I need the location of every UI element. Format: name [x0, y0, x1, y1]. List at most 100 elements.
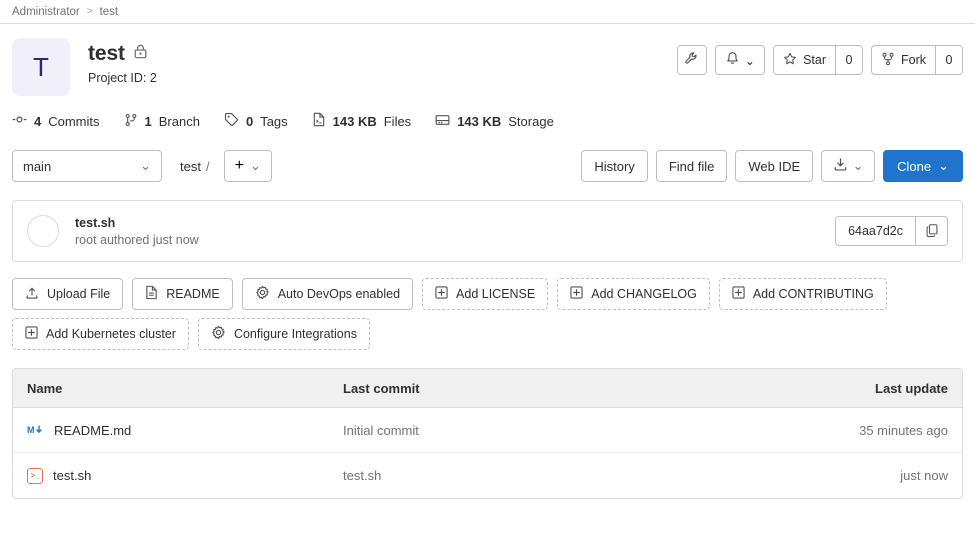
copy-icon: [925, 223, 939, 240]
stat-storage: 143 KB Storage: [435, 113, 554, 130]
avatar: [27, 215, 59, 247]
chevron-down-icon: ⌄: [249, 158, 261, 173]
stat-commits[interactable]: 4 Commits: [12, 113, 100, 129]
file-name-cell: >_ test.sh: [13, 467, 343, 484]
breadcrumb-owner[interactable]: Administrator: [12, 6, 80, 18]
gear-icon: [255, 285, 270, 303]
star-button-group: Star 0: [773, 45, 863, 75]
plus-icon: +: [234, 157, 244, 174]
table-header-row: Name Last commit Last update: [13, 369, 962, 408]
table-row[interactable]: M README.md Initial commit 35 minutes ag…: [13, 408, 962, 453]
commit-icon: [12, 113, 27, 129]
find-file-button[interactable]: Find file: [655, 150, 728, 182]
plus-square-icon: [25, 326, 38, 342]
breadcrumb-project[interactable]: test: [100, 6, 119, 18]
stat-files-value: 143 KB: [332, 113, 377, 129]
bell-icon: [725, 51, 740, 69]
project-header: T test Project ID: 2 ⌄ Star 0 Fork 0: [0, 24, 975, 96]
chevron-down-icon: ⌄: [140, 158, 151, 173]
file-link[interactable]: README.md: [54, 423, 131, 438]
fork-button-group: Fork 0: [871, 45, 963, 75]
web-ide-button[interactable]: Web IDE: [735, 150, 814, 182]
download-source-button[interactable]: ⌄: [821, 150, 876, 182]
repo-toolbar: main ⌄ test / + ⌄ History Find file Web I…: [0, 130, 975, 182]
branch-selector[interactable]: main ⌄: [12, 150, 162, 182]
project-action-buttons: ⌄ Star 0 Fork 0: [676, 38, 963, 75]
project-settings-button[interactable]: [676, 45, 707, 75]
stat-tags[interactable]: 0 Tags: [224, 112, 288, 130]
commit-sha[interactable]: 64aa7d2c: [835, 216, 916, 246]
auto-devops-button[interactable]: Auto DevOps enabled: [241, 278, 414, 310]
last-commit-info: test.sh root authored just now: [75, 216, 199, 247]
history-button[interactable]: History: [581, 150, 648, 182]
markdown-file-icon: M: [27, 424, 44, 437]
file-last-commit[interactable]: test.sh: [343, 468, 782, 483]
plus-square-icon: [570, 286, 583, 302]
plus-square-icon: [435, 286, 448, 302]
star-count: 0: [835, 45, 863, 75]
star-button[interactable]: Star: [773, 45, 836, 75]
stat-commits-value: 4: [34, 113, 42, 129]
project-id: Project ID: 2: [88, 71, 157, 85]
stat-storage-value: 143 KB: [457, 113, 502, 129]
last-commit-panel: test.sh root authored just now 64aa7d2c: [12, 200, 963, 262]
file-last-update: just now: [900, 468, 948, 483]
file-icon: [312, 112, 326, 130]
commit-sha-group: 64aa7d2c: [835, 216, 948, 246]
star-label: Star: [803, 53, 826, 67]
add-license-button[interactable]: Add LICENSE: [422, 278, 549, 310]
fork-icon: [881, 52, 895, 69]
add-to-repo-button[interactable]: + ⌄: [223, 150, 272, 182]
readme-button[interactable]: README: [132, 278, 233, 310]
configure-integrations-label: Configure Integrations: [233, 327, 357, 341]
table-row[interactable]: >_ test.sh test.sh just now: [13, 453, 962, 498]
stat-branches[interactable]: 1 Branch: [124, 113, 200, 130]
tag-icon: [224, 112, 239, 130]
column-header-last-commit: Last commit: [343, 380, 420, 396]
clone-button[interactable]: Clone ⌄: [883, 150, 963, 182]
repo-toolbar-right: History Find file Web IDE ⌄ Clone ⌄: [581, 150, 963, 182]
stat-branches-label: Branch: [158, 113, 200, 129]
branch-selector-value: main: [23, 158, 52, 174]
copy-sha-button[interactable]: [916, 216, 948, 246]
page-title: test: [88, 42, 125, 65]
clone-button-label: Clone: [897, 158, 932, 174]
file-link[interactable]: test.sh: [53, 468, 91, 483]
add-license-label: Add LICENSE: [456, 287, 536, 301]
wrench-icon: [684, 51, 699, 69]
path-root-link[interactable]: test: [180, 159, 201, 174]
stat-files[interactable]: 143 KB Files: [312, 112, 411, 130]
quick-actions-row-2: Add Kubernetes cluster Configure Integra…: [12, 318, 963, 350]
project-meta: test Project ID: 2: [88, 38, 677, 85]
breadcrumb: Administrator > test: [0, 0, 975, 24]
stat-branches-value: 1: [144, 113, 152, 129]
chevron-down-icon: ⌄: [852, 158, 864, 173]
stat-tags-label: Tags: [260, 113, 288, 129]
path-breadcrumb: test /: [180, 159, 210, 174]
file-last-update: 35 minutes ago: [859, 422, 948, 438]
add-kubernetes-cluster-button[interactable]: Add Kubernetes cluster: [12, 318, 189, 350]
notifications-button[interactable]: ⌄: [714, 45, 766, 75]
add-contributing-button[interactable]: Add CONTRIBUTING: [718, 278, 887, 310]
fork-label: Fork: [901, 53, 926, 67]
file-list-table: Name Last commit Last update M README.md…: [12, 368, 963, 499]
fork-button[interactable]: Fork: [871, 45, 936, 75]
upload-file-label: Upload File: [47, 287, 111, 301]
file-last-commit[interactable]: Initial commit: [343, 423, 782, 438]
upload-file-button[interactable]: Upload File: [12, 278, 124, 310]
stat-storage-label: Storage: [508, 113, 554, 129]
last-commit-title[interactable]: test.sh: [75, 216, 199, 230]
add-changelog-button[interactable]: Add CHANGELOG: [557, 278, 710, 310]
add-kubernetes-cluster-label: Add Kubernetes cluster: [46, 327, 176, 341]
lock-icon: [134, 44, 147, 64]
svg-text:M: M: [27, 425, 34, 435]
configure-integrations-button[interactable]: Configure Integrations: [197, 318, 370, 350]
branch-icon: [124, 113, 138, 130]
quick-actions: Upload File README Auto DevOps enabled A…: [0, 262, 975, 350]
add-changelog-label: Add CHANGELOG: [591, 287, 697, 301]
breadcrumb-separator-icon: >: [86, 6, 93, 17]
upload-icon: [25, 286, 39, 303]
add-contributing-label: Add CONTRIBUTING: [752, 287, 874, 301]
chevron-down-icon: ⌄: [744, 53, 756, 68]
file-name-cell: M README.md: [13, 423, 343, 438]
